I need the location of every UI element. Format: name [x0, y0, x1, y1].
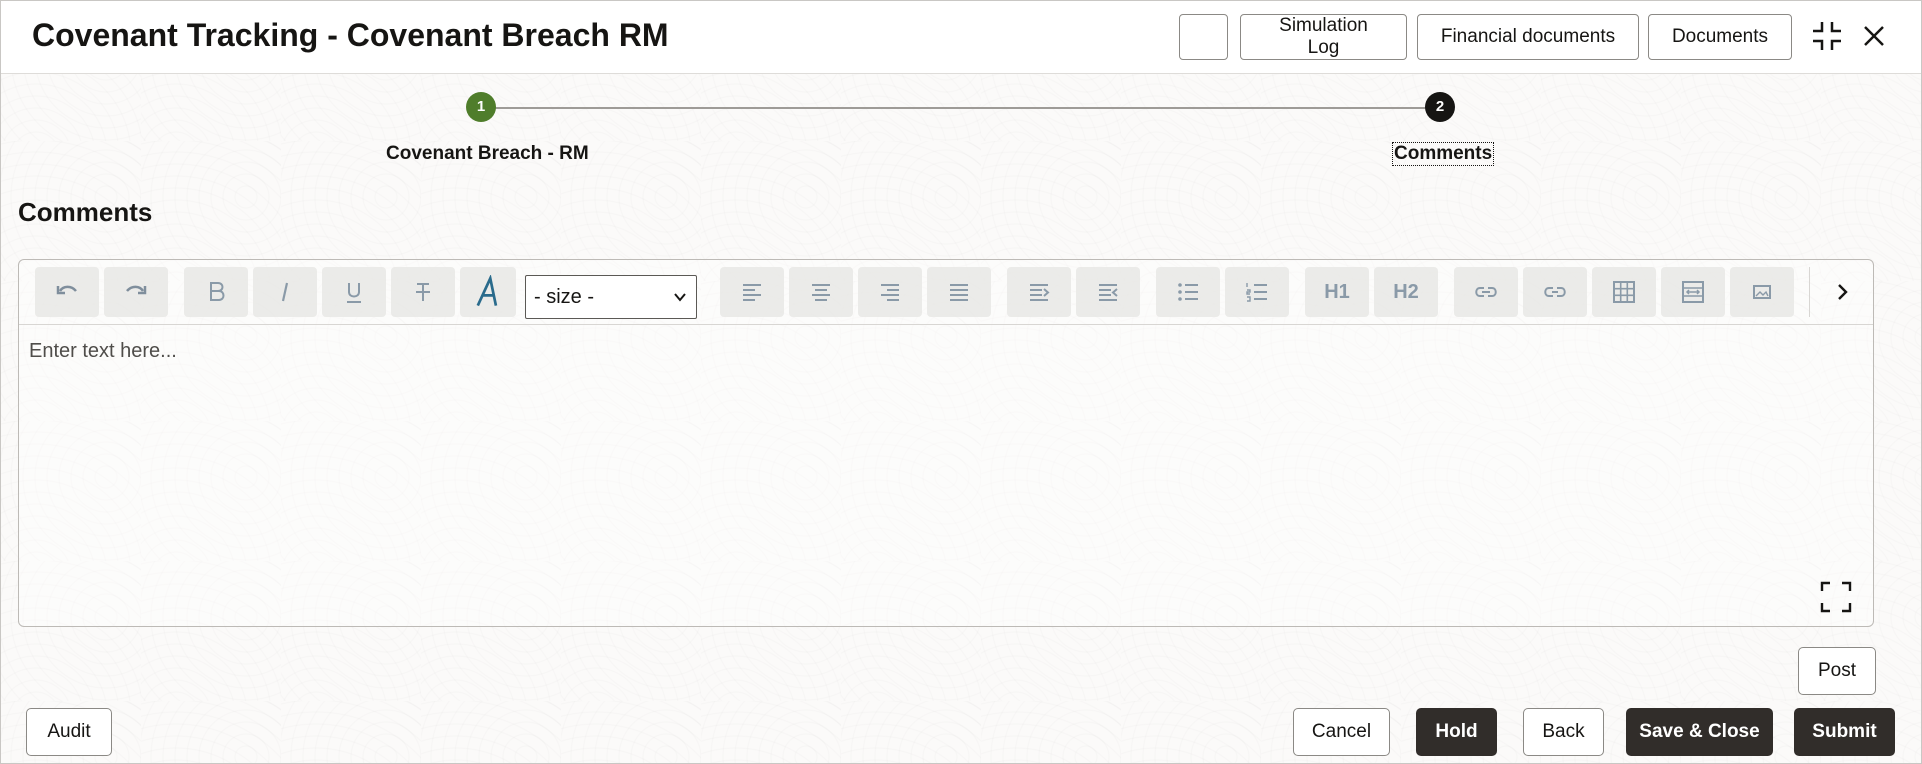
step-1-indicator[interactable]: 1: [466, 92, 496, 122]
outdent-icon: [1099, 284, 1118, 301]
align-justify-icon: [950, 284, 968, 301]
editor-placeholder[interactable]: Enter text here...: [29, 340, 177, 363]
align-center-button[interactable]: [789, 267, 853, 317]
heading-2-button[interactable]: H2: [1374, 267, 1438, 317]
unlink-icon: [1544, 287, 1566, 297]
font-style-icon: [476, 275, 498, 307]
bold-icon: [210, 282, 225, 301]
more-tools-button[interactable]: [1809, 267, 1874, 317]
strikethrough-button[interactable]: [391, 267, 455, 317]
hold-button[interactable]: Hold: [1416, 708, 1497, 756]
page-title: Covenant Tracking - Covenant Breach RM: [32, 17, 669, 53]
covenant-breach-window: Covenant Tracking - Covenant Breach RM S…: [0, 0, 1922, 764]
align-right-button[interactable]: [858, 267, 922, 317]
table-resize-icon: [1682, 281, 1704, 303]
undo-icon: [56, 285, 77, 295]
align-justify-button[interactable]: [927, 267, 991, 317]
chevron-right-icon: [1838, 284, 1848, 300]
align-left-icon: [743, 284, 761, 301]
indent-icon: [1030, 284, 1050, 301]
section-title: Comments: [18, 197, 153, 227]
align-left-button[interactable]: [720, 267, 784, 317]
bold-button[interactable]: [184, 267, 248, 317]
table-icon: [1613, 281, 1635, 303]
collapse-icon[interactable]: [1809, 18, 1845, 54]
simulation-log-button[interactable]: Simulation Log: [1240, 14, 1407, 60]
align-right-icon: [881, 284, 899, 301]
blank-header-button[interactable]: [1179, 14, 1228, 60]
link-icon: [1475, 287, 1497, 297]
numbered-list-icon: [1246, 283, 1267, 302]
post-button[interactable]: Post: [1798, 647, 1876, 695]
italic-icon: [281, 282, 289, 302]
step-2-indicator[interactable]: 2: [1425, 92, 1455, 122]
italic-button[interactable]: [253, 267, 317, 317]
align-center-icon: [812, 284, 830, 301]
font-size-select[interactable]: - size -: [525, 275, 697, 319]
insert-image-button[interactable]: [1730, 267, 1794, 317]
cancel-button[interactable]: Cancel: [1293, 708, 1390, 756]
insert-link-button[interactable]: [1454, 267, 1518, 317]
step-1-label[interactable]: Covenant Breach - RM: [386, 143, 589, 165]
audit-button[interactable]: Audit: [26, 708, 112, 756]
underline-button[interactable]: [322, 267, 386, 317]
window-header: Covenant Tracking - Covenant Breach RM S…: [1, 1, 1921, 74]
fullscreen-icon[interactable]: [1819, 580, 1853, 614]
redo-icon: [126, 285, 147, 295]
editor-toolbar: - size - H1 H2: [19, 260, 1873, 325]
submit-button[interactable]: Submit: [1794, 708, 1895, 756]
numbered-list-button[interactable]: [1225, 267, 1289, 317]
strikethrough-icon: [416, 283, 430, 301]
stepper-line: [494, 107, 1439, 109]
close-icon[interactable]: [1856, 18, 1892, 54]
heading-2-label: H2: [1393, 280, 1419, 303]
outdent-button[interactable]: [1076, 267, 1140, 317]
undo-button[interactable]: [35, 267, 99, 317]
back-button[interactable]: Back: [1523, 708, 1604, 756]
remove-link-button[interactable]: [1523, 267, 1587, 317]
comments-editor: - size - H1 H2 Enter text here...: [18, 259, 1874, 627]
font-size-value: - size -: [534, 285, 594, 308]
financial-documents-button[interactable]: Financial documents: [1417, 14, 1639, 60]
heading-1-button[interactable]: H1: [1305, 267, 1369, 317]
step-2-label[interactable]: Comments: [1391, 142, 1495, 166]
save-close-button[interactable]: Save & Close: [1626, 708, 1773, 756]
table-properties-button[interactable]: [1661, 267, 1725, 317]
insert-table-button[interactable]: [1592, 267, 1656, 317]
heading-1-label: H1: [1324, 280, 1350, 303]
image-icon: [1753, 285, 1771, 299]
redo-button[interactable]: [104, 267, 168, 317]
chevron-down-icon: [674, 293, 686, 302]
bullet-list-icon: [1178, 283, 1198, 301]
indent-button[interactable]: [1007, 267, 1071, 317]
underline-icon: [347, 283, 361, 303]
bullet-list-button[interactable]: [1156, 267, 1220, 317]
documents-button[interactable]: Documents: [1648, 14, 1792, 60]
font-color-button[interactable]: [460, 267, 516, 317]
